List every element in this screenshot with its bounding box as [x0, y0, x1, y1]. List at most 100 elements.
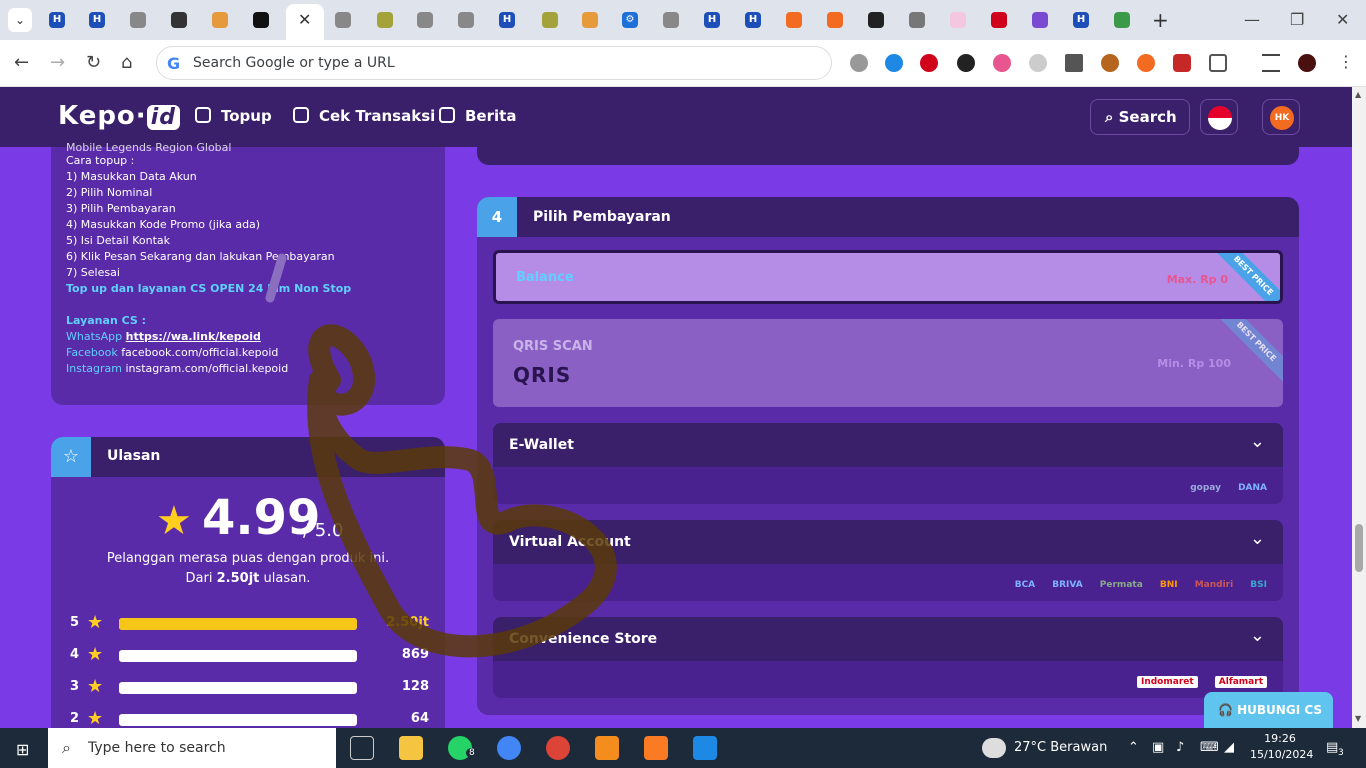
nav-cek-transaksi[interactable]: Cek Transaksi	[293, 107, 435, 125]
tab-favicon-icon[interactable]: ⚙	[622, 12, 638, 28]
tab-favicon-icon[interactable]: H	[1073, 12, 1089, 28]
group-header[interactable]: Convenience Store ⌄	[493, 617, 1283, 661]
contact-cs-button[interactable]: 🎧 HUBUNGI CS	[1204, 692, 1333, 728]
tab-favicon-icon[interactable]	[417, 12, 433, 28]
extension-icon[interactable]	[957, 54, 975, 72]
group-header[interactable]: Virtual Account ⌄	[493, 520, 1283, 564]
browser-menu-icon[interactable]: ⋮	[1338, 52, 1354, 71]
tray-chevron-icon[interactable]: ⌃	[1128, 740, 1139, 755]
payment-group-virtual-account[interactable]: Virtual Account ⌄ BCA BRIVA Permata BNI …	[493, 520, 1283, 601]
tab-favicon-icon[interactable]	[868, 12, 884, 28]
xampp-icon[interactable]	[644, 736, 668, 760]
tab-favicon-icon[interactable]	[663, 12, 679, 28]
tab-favicon-icon[interactable]: H	[704, 12, 720, 28]
tab-favicon-icon[interactable]	[950, 12, 966, 28]
info-line: Mobile Legends Region Global	[66, 141, 232, 154]
task-view-icon[interactable]	[350, 736, 374, 760]
scroll-down-icon[interactable]: ▼	[1355, 714, 1361, 723]
extension-icon[interactable]	[993, 54, 1011, 72]
file-explorer-icon[interactable]	[399, 736, 423, 760]
qr-extension-icon[interactable]	[1065, 54, 1083, 72]
scroll-up-icon[interactable]: ▲	[1355, 90, 1361, 99]
tray-network-icon[interactable]: ▣	[1152, 740, 1164, 755]
weather-text[interactable]: 27°C Berawan	[1014, 740, 1107, 755]
tab-favicon-icon[interactable]	[827, 12, 843, 28]
maximize-button[interactable]: ❐	[1290, 10, 1304, 29]
language-button[interactable]	[1200, 99, 1238, 135]
vscode-icon[interactable]	[693, 736, 717, 760]
extension-icon[interactable]	[1173, 54, 1191, 72]
tab-favicon-icon[interactable]	[1114, 12, 1130, 28]
tray-volume-icon[interactable]: ♪	[1176, 740, 1184, 755]
taskbar-clock[interactable]: 19:26 15/10/2024	[1250, 731, 1313, 763]
tab-close-icon[interactable]: ✕	[298, 10, 311, 29]
tray-wifi-icon[interactable]: ◢	[1224, 740, 1234, 755]
extensions-puzzle-icon[interactable]	[1209, 54, 1227, 72]
taskbar-search[interactable]: ⌕ Type here to search	[48, 728, 336, 768]
forward-button[interactable]: →	[50, 52, 65, 73]
tab-favicon-icon[interactable]: H	[499, 12, 515, 28]
whatsapp-link[interactable]: https://wa.link/kepoid	[126, 330, 261, 343]
minimize-button[interactable]: —	[1244, 10, 1260, 29]
extension-icon[interactable]	[920, 54, 938, 72]
sublime-text-icon[interactable]	[595, 736, 619, 760]
tab-favicon-icon[interactable]: H	[745, 12, 761, 28]
address-bar[interactable]: G Search Google or type a URL	[156, 46, 832, 80]
tab-favicon-icon[interactable]: H	[89, 12, 105, 28]
cookie-extension-icon[interactable]	[1101, 54, 1119, 72]
chrome-icon[interactable]	[497, 736, 521, 760]
windows-start-icon[interactable]: ⊞	[16, 740, 29, 759]
tab-favicon-icon[interactable]	[786, 12, 802, 28]
close-window-button[interactable]: ✕	[1336, 10, 1349, 29]
tab-favicon-icon[interactable]	[171, 12, 187, 28]
chevron-down-icon[interactable]: ⌄	[1250, 528, 1265, 549]
back-button[interactable]: ←	[14, 52, 29, 73]
home-button[interactable]: ⌂	[121, 52, 132, 73]
instagram-link[interactable]: instagram.com/official.kepoid	[125, 362, 288, 375]
tab-favicon-icon[interactable]	[909, 12, 925, 28]
tab-favicon-icon[interactable]	[542, 12, 558, 28]
chevron-down-icon[interactable]: ⌄	[1250, 625, 1265, 646]
tab-favicon-icon[interactable]	[582, 12, 598, 28]
payment-option-qris[interactable]: QRIS SCAN QRIS Min. Rp 100 BEST PRICE	[493, 319, 1283, 407]
extension-icon[interactable]	[885, 54, 903, 72]
mandiri-logo: Mandiri	[1194, 580, 1234, 590]
group-header[interactable]: E-Wallet ⌄	[493, 423, 1283, 467]
tab-favicon-icon[interactable]	[1032, 12, 1048, 28]
rating-count: 869	[401, 647, 429, 662]
payment-group-convenience-store[interactable]: Convenience Store ⌄ Indomaret Alfamart	[493, 617, 1283, 698]
new-tab-button[interactable]: +	[1152, 8, 1169, 32]
scroll-thumb[interactable]	[1355, 524, 1363, 572]
facebook-link[interactable]: facebook.com/official.kepoid	[121, 346, 278, 359]
payment-option-balance[interactable]: Balance Max. Rp 0 BEST PRICE	[493, 250, 1283, 304]
search-button[interactable]: ⌕ Search	[1090, 99, 1190, 135]
payment-group-ewallet[interactable]: E-Wallet ⌄ gopay DANA	[493, 423, 1283, 504]
tab-favicon-icon[interactable]	[212, 12, 228, 28]
extension-icon[interactable]	[1137, 54, 1155, 72]
profile-avatar[interactable]	[1298, 54, 1316, 72]
chrome-icon[interactable]	[546, 736, 570, 760]
tab-favicon-icon[interactable]	[253, 12, 269, 28]
tab-favicon-icon[interactable]	[458, 12, 474, 28]
extension-icon[interactable]	[1029, 54, 1047, 72]
site-logo[interactable]: Kepo· id	[58, 101, 180, 131]
chevron-down-icon[interactable]: ⌄	[1250, 431, 1265, 452]
tab-favicon-icon[interactable]: H	[49, 12, 65, 28]
tab-favicon-icon[interactable]	[130, 12, 146, 28]
nav-topup[interactable]: Topup	[195, 107, 272, 125]
media-control-icon[interactable]	[1262, 54, 1280, 72]
star-icon: ★	[87, 644, 104, 665]
notification-icon[interactable]: ▤	[1326, 740, 1338, 755]
tab-favicon-icon[interactable]	[335, 12, 351, 28]
page-scrollbar[interactable]: ▲ ▼	[1352, 87, 1366, 728]
star-icon: ★	[87, 676, 104, 697]
extension-icon[interactable]	[850, 54, 868, 72]
whatsapp-badge: 8	[466, 748, 478, 758]
reload-button[interactable]: ↻	[86, 52, 101, 73]
tab-favicon-icon[interactable]	[991, 12, 1007, 28]
tray-keyboard-icon[interactable]: ⌨	[1200, 740, 1219, 755]
tab-search-menu[interactable]: ⌄	[8, 8, 32, 32]
nav-berita[interactable]: Berita	[439, 107, 516, 125]
tab-favicon-icon[interactable]	[377, 12, 393, 28]
account-button[interactable]: HK	[1262, 99, 1300, 135]
